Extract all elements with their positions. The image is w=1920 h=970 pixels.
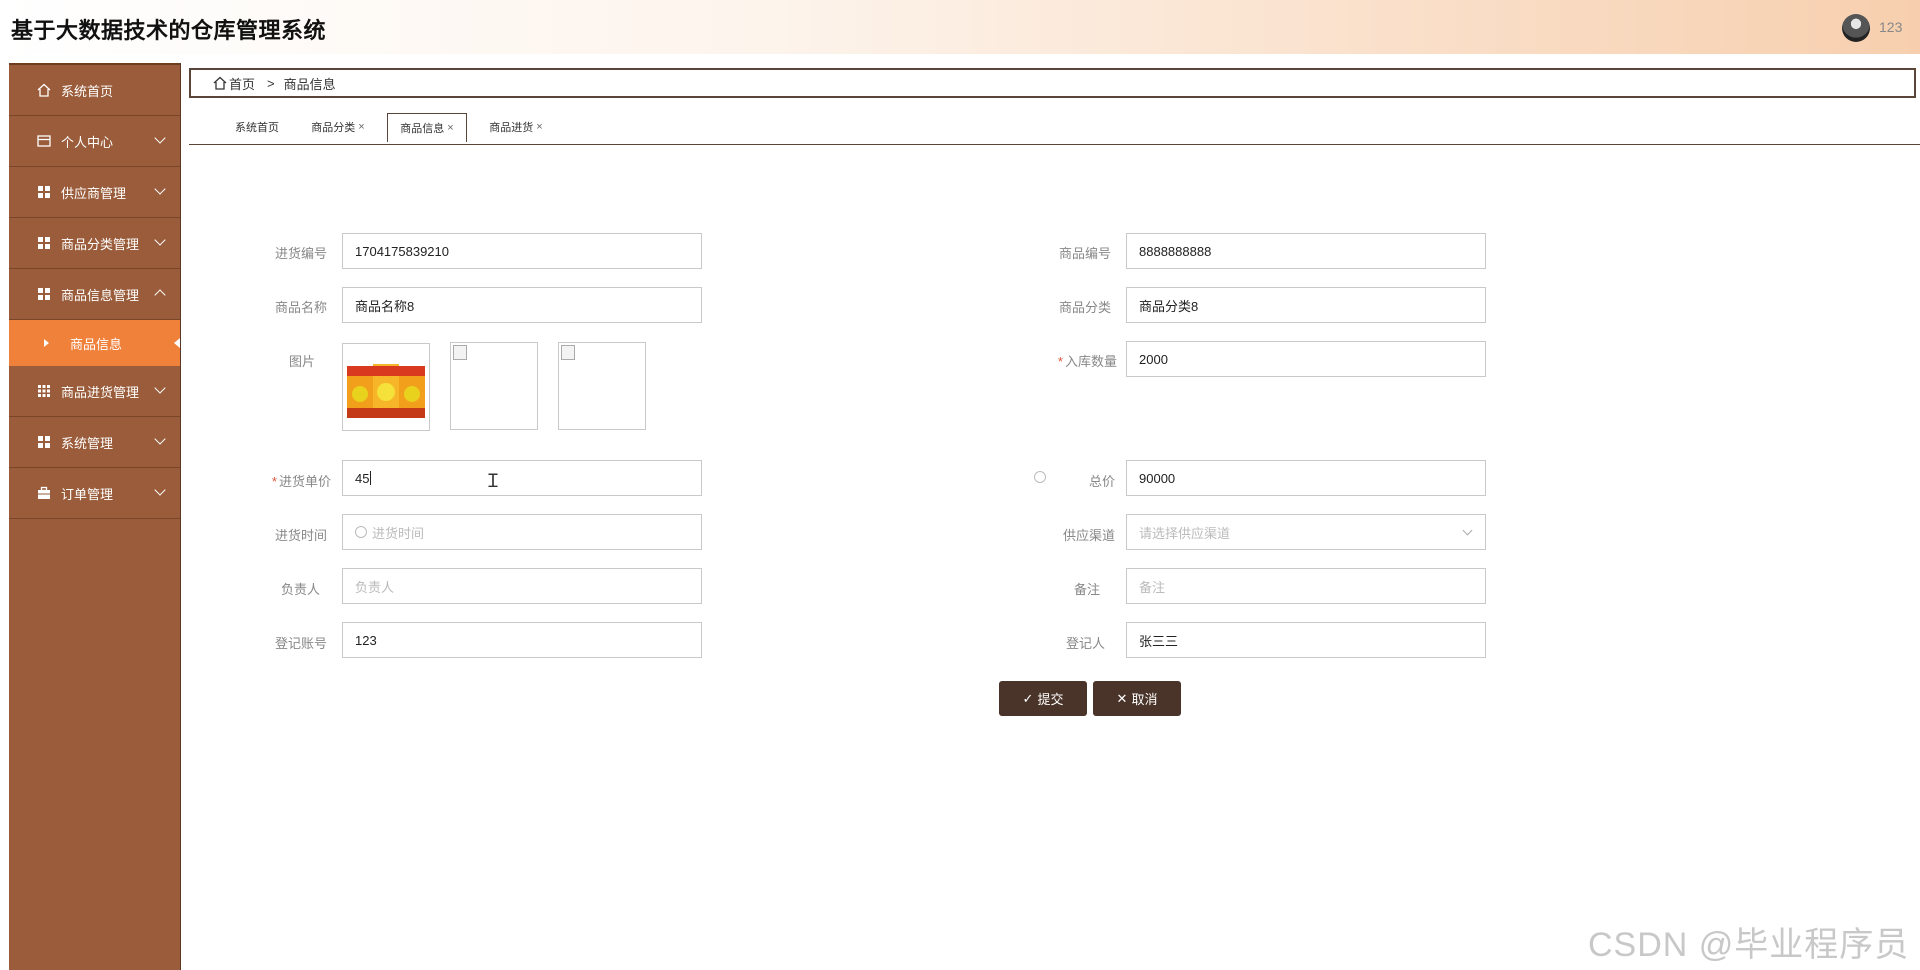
- card-icon: [37, 134, 51, 148]
- label-text: 进货单价: [278, 474, 331, 489]
- label-purchase-no: 进货编号: [274, 246, 327, 261]
- breadcrumb-separator: >: [267, 75, 275, 91]
- label-image: 图片: [288, 354, 315, 369]
- tabs-bar: 系统首页 商品分类 × 商品信息 × 商品进货 ×: [189, 110, 1920, 145]
- sidebar-item-orders[interactable]: 订单管理: [9, 468, 180, 519]
- breadcrumb-current: 商品信息: [283, 76, 336, 92]
- close-icon: ✕: [1116, 690, 1128, 706]
- breadcrumb-home[interactable]: 首页: [229, 74, 255, 93]
- label-unit-price: * 进货单价: [251, 471, 331, 490]
- sidebar-item-purchase-mgmt[interactable]: 商品进货管理: [9, 366, 180, 417]
- required-mark: *: [271, 474, 277, 489]
- tab-category[interactable]: 商品分类 ×: [303, 113, 373, 141]
- sidebar-item-personal[interactable]: 个人中心: [9, 116, 180, 167]
- account-input[interactable]: 123: [342, 622, 702, 658]
- tab-home[interactable]: 系统首页: [225, 113, 289, 141]
- total-input[interactable]: 90000: [1126, 460, 1486, 496]
- purchase-time-placeholder: 进货时间: [372, 525, 425, 541]
- purchase-time-picker[interactable]: 进货时间: [342, 514, 702, 550]
- sidebar: 系统首页 个人中心 供应商管理 商品分类管理 商品信息管理 商品信息 商品进货管…: [9, 63, 181, 970]
- username[interactable]: 123: [1879, 19, 1902, 35]
- manager-input[interactable]: 负责人: [342, 568, 702, 604]
- product-image-2[interactable]: [450, 342, 538, 430]
- grid-icon: [37, 185, 51, 199]
- channel-placeholder: 请选择供应渠道: [1139, 525, 1231, 541]
- label-stock-qty: * 入库数量: [1037, 351, 1117, 370]
- label-channel: 供应渠道: [1062, 528, 1115, 543]
- sidebar-item-label: 系统首页: [61, 83, 114, 99]
- label-text: 入库数量: [1064, 354, 1117, 369]
- product-category-input[interactable]: 商品分类8: [1126, 287, 1486, 323]
- close-icon[interactable]: ×: [447, 122, 453, 134]
- broken-image-icon: [561, 345, 575, 360]
- tab-purchase[interactable]: 商品进货 ×: [481, 113, 551, 141]
- submit-label: 提交: [1037, 692, 1064, 707]
- ibeam-cursor-icon: Ｉ: [484, 471, 502, 491]
- grid-icon: [37, 287, 51, 301]
- broken-image-icon: [453, 345, 467, 360]
- avatar[interactable]: [1842, 14, 1870, 42]
- sidebar-subitem-label: 商品信息: [70, 336, 123, 352]
- registrar-input[interactable]: 张三三: [1126, 622, 1486, 658]
- label-registrar: 登记人: [1065, 636, 1105, 651]
- chevron-down-icon: [1462, 525, 1473, 536]
- close-icon[interactable]: ×: [536, 121, 542, 133]
- app-title: 基于大数据技术的仓库管理系统: [11, 18, 327, 43]
- tab-label: 商品进货: [489, 122, 534, 134]
- tab-label: 系统首页: [235, 122, 279, 134]
- product-name-input[interactable]: 商品名称8: [342, 287, 702, 323]
- label-remark: 备注: [1073, 582, 1100, 597]
- sidebar-item-category-mgmt[interactable]: 商品分类管理: [9, 218, 180, 269]
- watermark: CSDN @毕业程序员: [1588, 926, 1910, 964]
- active-pointer-icon: [174, 338, 180, 348]
- home-icon[interactable]: [213, 76, 227, 90]
- label-account: 登记账号: [274, 636, 327, 651]
- product-image-3[interactable]: [558, 342, 646, 430]
- grid9-icon: [37, 384, 51, 398]
- sidebar-item-product-mgmt[interactable]: 商品信息管理: [9, 269, 180, 320]
- top-header: 基于大数据技术的仓库管理系统 123: [0, 0, 1920, 54]
- briefcase-icon: [37, 486, 51, 500]
- tab-product-info[interactable]: 商品信息 ×: [387, 113, 467, 142]
- tab-label: 商品信息: [400, 123, 445, 135]
- product-photo-icon: [347, 364, 425, 418]
- label-purchase-time: 进货时间: [274, 528, 327, 543]
- submit-button[interactable]: ✓ 提交: [999, 681, 1087, 716]
- label-product-category: 商品分类: [1058, 300, 1111, 315]
- cancel-label: 取消: [1131, 692, 1158, 707]
- sidebar-item-suppliers[interactable]: 供应商管理: [9, 167, 180, 218]
- sidebar-subitem-product-info[interactable]: 商品信息: [9, 320, 180, 366]
- close-icon[interactable]: ×: [358, 121, 364, 133]
- cancel-button[interactable]: ✕ 取消: [1093, 681, 1181, 716]
- label-manager: 负责人: [280, 582, 320, 597]
- label-total: 总价: [1088, 474, 1115, 489]
- tab-label: 商品分类: [311, 122, 356, 134]
- required-mark: *: [1057, 354, 1063, 369]
- unit-price-value: 45: [355, 470, 370, 486]
- channel-select[interactable]: 请选择供应渠道: [1126, 514, 1486, 550]
- purchase-no-input[interactable]: 1704175839210: [342, 233, 702, 269]
- remark-input[interactable]: 备注: [1126, 568, 1486, 604]
- caret-right-icon: [44, 339, 49, 347]
- unit-price-input[interactable]: 45 Ｉ: [342, 460, 702, 496]
- product-no-input[interactable]: 8888888888: [1126, 233, 1486, 269]
- stock-qty-input[interactable]: 2000: [1126, 341, 1486, 377]
- sidebar-item-system-mgmt[interactable]: 系统管理: [9, 417, 180, 468]
- home-icon: [37, 83, 51, 97]
- check-icon: ✓: [1022, 690, 1034, 706]
- product-image-1[interactable]: [342, 343, 430, 431]
- grid-icon: [37, 236, 51, 250]
- text-cursor: [370, 471, 372, 485]
- label-product-name: 商品名称: [274, 300, 327, 315]
- grid-icon: [37, 435, 51, 449]
- clock-icon: [355, 526, 367, 538]
- sidebar-item-home[interactable]: 系统首页: [9, 63, 180, 116]
- breadcrumb: 首页 > 商品信息: [189, 68, 1916, 98]
- label-product-no: 商品编号: [1058, 246, 1111, 261]
